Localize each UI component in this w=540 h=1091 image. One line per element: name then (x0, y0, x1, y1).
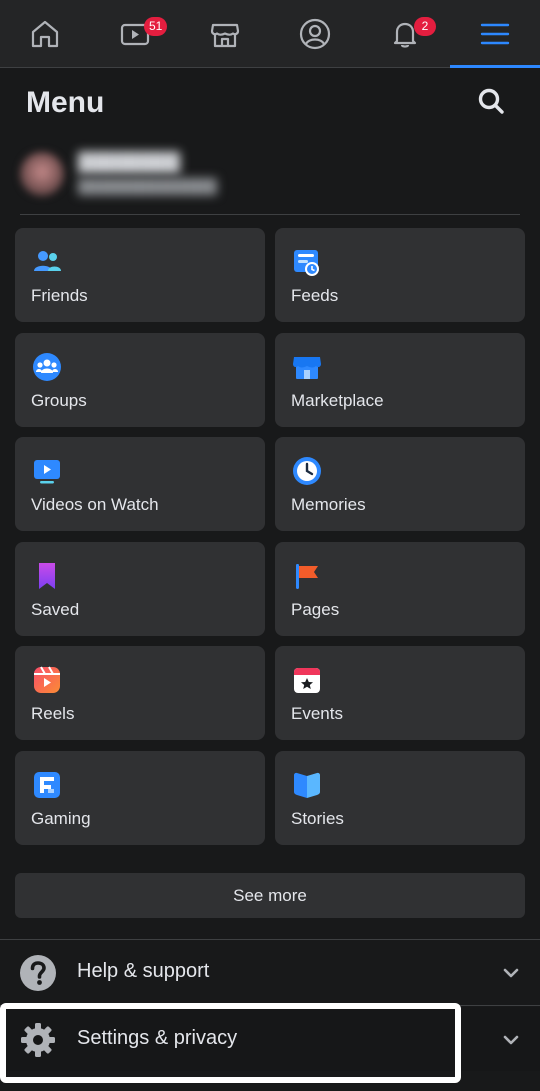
pages-icon (296, 563, 318, 589)
page-title: Menu (26, 86, 105, 119)
menu-header: Menu (0, 68, 540, 138)
help-support-row[interactable]: Help & support (0, 940, 540, 1004)
watch-icon (34, 460, 60, 484)
shortcut-grid: Friends Feeds Groups Marketplace Videos … (15, 228, 525, 845)
feeds-icon (294, 250, 319, 276)
friends-icon (34, 251, 61, 271)
shortcut-label: Groups (31, 390, 87, 410)
shortcut-saved[interactable]: Saved (15, 541, 265, 636)
shortcut-marketplace[interactable]: Marketplace (275, 332, 525, 427)
shortcut-label: Events (291, 704, 343, 724)
shortcut-stories[interactable]: Stories (275, 750, 525, 845)
shortcut-label: Saved (31, 599, 80, 619)
help-support-label: Help & support (77, 960, 210, 982)
profile-shortcut[interactable]: ████████ ██████████████ (16, 140, 516, 210)
shortcut-label: Friends (31, 286, 88, 305)
shortcut-videos-on-watch[interactable]: Videos on Watch (15, 437, 265, 532)
marketplace-icon (293, 356, 321, 379)
reels-icon (34, 666, 60, 694)
shortcut-friends[interactable]: Friends (15, 228, 265, 322)
shortcut-reels[interactable]: Reels (15, 646, 265, 741)
shortcut-label: Videos on Watch (31, 495, 159, 515)
tab-notifications[interactable]: 2 (360, 0, 450, 67)
store-icon (210, 23, 240, 47)
shortcut-feeds[interactable]: Feeds (275, 228, 525, 322)
tab-marketplace[interactable] (180, 0, 270, 67)
shortcut-label: Stories (291, 808, 344, 828)
shortcut-label: Gaming (31, 808, 91, 828)
tab-menu[interactable] (450, 0, 540, 68)
tab-home[interactable] (0, 0, 90, 67)
shortcut-label: Reels (31, 704, 75, 724)
hamburger-icon (480, 23, 510, 44)
groups-icon (33, 352, 61, 381)
shortcut-label: Feeds (291, 286, 339, 305)
shortcut-pages[interactable]: Pages (275, 541, 525, 636)
shortcut-groups[interactable]: Groups (15, 332, 265, 427)
tab-watch[interactable]: 51 (90, 0, 180, 67)
memories-icon (293, 457, 321, 486)
watch-badge: 51 (144, 17, 168, 36)
saved-icon (39, 562, 55, 589)
shortcut-label: Marketplace (291, 390, 384, 410)
home-icon (31, 20, 59, 47)
settings-privacy-label: Settings & privacy (77, 1027, 238, 1049)
stories-icon (294, 772, 320, 798)
chevron-down-icon (503, 1035, 519, 1045)
settings-privacy-row[interactable]: Settings & privacy (0, 1007, 540, 1071)
search-icon[interactable] (476, 86, 508, 118)
divider (20, 214, 520, 215)
shortcut-events[interactable]: Events (275, 646, 525, 741)
profile-icon (299, 18, 331, 49)
top-navigation: 51 2 (0, 0, 540, 68)
shortcut-gaming[interactable]: Gaming (15, 750, 265, 845)
shortcut-memories[interactable]: Memories (275, 437, 525, 532)
gaming-icon (34, 771, 60, 798)
profile-subtitle-blurred: ██████████████ (78, 178, 217, 194)
avatar (20, 152, 64, 196)
see-more-button[interactable]: See more (15, 873, 525, 918)
notifications-badge: 2 (414, 17, 436, 36)
section-divider (0, 1005, 540, 1006)
chevron-down-icon (503, 968, 519, 978)
help-icon (20, 955, 56, 991)
shortcut-label: Memories (291, 495, 366, 515)
profile-name-blurred: ████████ (78, 152, 181, 172)
tab-profile[interactable] (270, 0, 360, 67)
events-icon (294, 668, 320, 694)
shortcut-label: Pages (291, 599, 340, 619)
gear-icon (21, 1023, 55, 1057)
